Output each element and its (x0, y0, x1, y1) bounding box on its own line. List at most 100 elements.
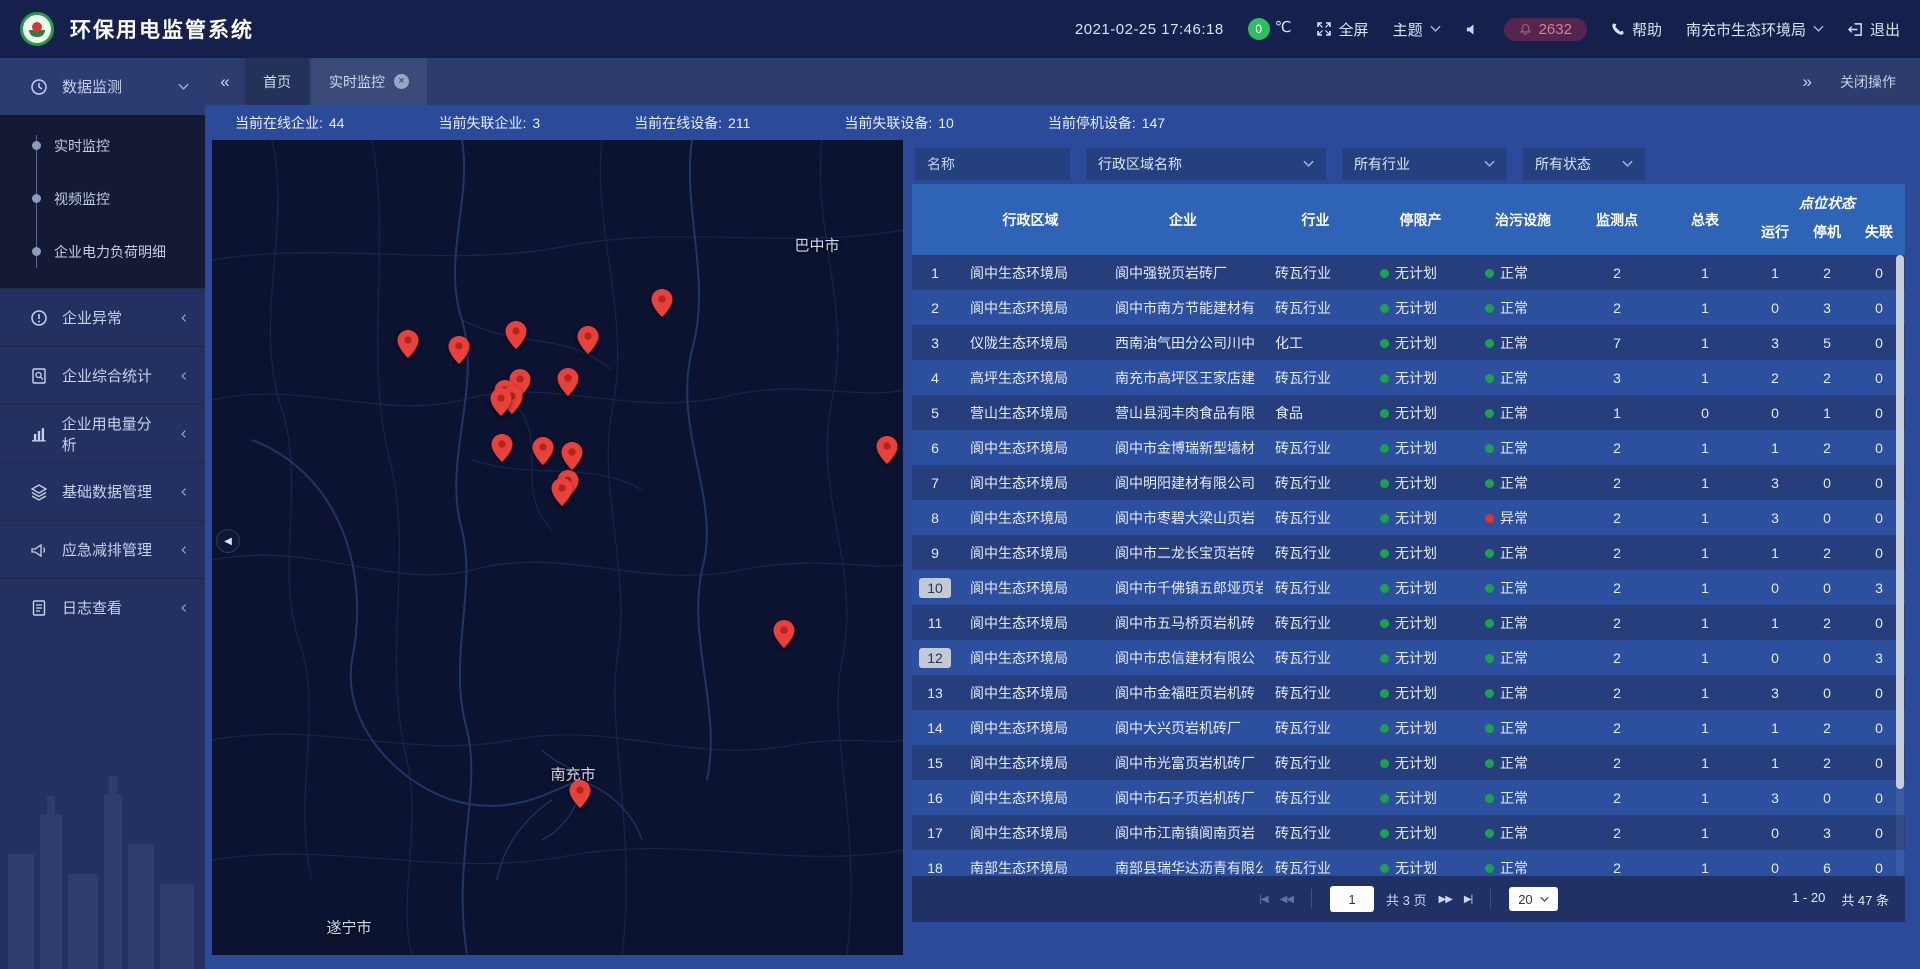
name-filter-input[interactable] (915, 148, 1070, 180)
next-page-button[interactable]: ▶▶ (1439, 894, 1452, 905)
tabs-scroll-left-button[interactable]: « (205, 72, 245, 92)
sidebar-subitem-realtime-monitor[interactable]: 实时监控 (0, 119, 205, 172)
row-monitor-points: 2 (1573, 720, 1661, 736)
row-index: 4 (912, 370, 958, 386)
table-row[interactable]: 2阆中生态环境局阆中市南方节能建材有砖瓦行业无计划正常21030 (912, 290, 1905, 325)
map-panel[interactable]: 巴中市南充市遂宁市 ◀ (212, 140, 903, 955)
column-header[interactable]: 监测点 (1573, 184, 1661, 255)
map-pin[interactable] (552, 478, 573, 506)
table-row[interactable]: 16阆中生态环境局阆中市石子页岩机砖厂砖瓦行业无计划正常21300 (912, 780, 1905, 815)
row-halted: 0 (1801, 475, 1853, 491)
table-row[interactable]: 18南部生态环境局南部县瑞华达沥青有限公砖瓦行业无计划正常21060 (912, 850, 1905, 876)
map-pin[interactable] (774, 620, 795, 648)
layers-icon (30, 483, 48, 501)
table-row[interactable]: 17阆中生态环境局阆中市江南镇阆南页岩砖瓦行业无计划正常21030 (912, 815, 1905, 850)
table-row[interactable]: 1阆中生态环境局阆中强锐页岩砖厂砖瓦行业无计划正常21120 (912, 255, 1905, 290)
map-pin[interactable] (533, 437, 554, 465)
page-number-input[interactable] (1330, 886, 1374, 912)
map-pin[interactable] (492, 434, 513, 462)
row-halted: 3 (1801, 300, 1853, 316)
map-pin[interactable] (449, 336, 470, 364)
sidebar-item-emergency-reduction[interactable]: 应急减排管理 (0, 521, 205, 578)
map-pin[interactable] (506, 321, 527, 349)
alarm-count-badge[interactable]: 2632 (1504, 18, 1587, 41)
stat-value: 10 (938, 115, 954, 131)
map-pin[interactable] (562, 442, 583, 470)
map-pin[interactable] (877, 436, 898, 464)
column-header[interactable]: 总表 (1661, 184, 1749, 255)
map-pin[interactable] (558, 368, 579, 396)
fullscreen-button[interactable]: 全屏 (1316, 19, 1369, 40)
tab-首页[interactable]: 首页 (245, 58, 309, 105)
tab-实时监控[interactable]: 实时监控× (311, 58, 427, 105)
pager-range: 1 - 20 共 47 条 (1792, 890, 1889, 909)
status-text: 正常 (1500, 335, 1528, 351)
row-industry: 砖瓦行业 (1263, 718, 1368, 738)
table-scrollbar[interactable] (1896, 255, 1904, 876)
sidebar-item-data-monitoring[interactable]: 数据监测 (0, 58, 205, 115)
collapse-map-button[interactable]: ◀ (216, 529, 240, 553)
map-pin[interactable] (652, 289, 673, 317)
region-filter-select[interactable]: 行政区域名称 (1086, 148, 1326, 180)
status-dot (1485, 864, 1494, 873)
table-row[interactable]: 12阆中生态环境局阆中市忠信建材有限公砖瓦行业无计划正常21003 (912, 640, 1905, 675)
sidebar-item-enterprise-statistics[interactable]: 企业综合统计 (0, 347, 205, 404)
table-row[interactable]: 9阆中生态环境局阆中市二龙长宝页岩砖砖瓦行业无计划正常21120 (912, 535, 1905, 570)
sidebar-item-base-data[interactable]: 基础数据管理 (0, 463, 205, 520)
map-pin[interactable] (578, 326, 599, 354)
column-header[interactable]: 行政区域 (958, 184, 1103, 255)
help-button[interactable]: 帮助 (1611, 19, 1662, 40)
table-row[interactable]: 14阆中生态环境局阆中大兴页岩机砖厂砖瓦行业无计划正常21120 (912, 710, 1905, 745)
row-total-meters: 1 (1661, 335, 1749, 351)
row-region: 阆中生态环境局 (958, 788, 1103, 808)
table-row[interactable]: 3仪陇生态环境局西南油气田分公司川中化工无计划正常71350 (912, 325, 1905, 360)
status-text: 无计划 (1395, 755, 1437, 771)
industry-filter-select[interactable]: 所有行业 (1342, 148, 1507, 180)
column-header[interactable]: 治污设施 (1473, 184, 1573, 255)
table-row[interactable]: 5营山生态环境局营山县润丰肉食品有限食品无计划正常10010 (912, 395, 1905, 430)
sidebar-subitem-power-load-detail[interactable]: 企业电力负荷明细 (0, 225, 205, 278)
enterprise-table-panel: 行政区域名称 所有行业 所有状态 行政区域企业行业停限产治污设施监测点总表运行停… (912, 140, 1905, 922)
prev-page-button[interactable]: ◀◀ (1280, 894, 1293, 905)
speaker-icon[interactable] (1465, 22, 1480, 37)
table-row[interactable]: 10阆中生态环境局阆中市千佛镇五郎垭页岩砖瓦行业无计划正常21003 (912, 570, 1905, 605)
table-row[interactable]: 13阆中生态环境局阆中市金福旺页岩机砖砖瓦行业无计划正常21300 (912, 675, 1905, 710)
sidebar-section-power-usage-analysis: 企业用电量分析 (0, 404, 205, 462)
row-monitor-points: 2 (1573, 860, 1661, 876)
sidebar-item-log-view[interactable]: 日志查看 (0, 579, 205, 636)
table-row[interactable]: 6阆中生态环境局阆中市金博瑞新型墙材砖瓦行业无计划正常21120 (912, 430, 1905, 465)
sidebar-item-enterprise-abnormal[interactable]: 企业异常 (0, 289, 205, 346)
sidebar-item-power-usage-analysis[interactable]: 企业用电量分析 (0, 405, 205, 462)
map-pin[interactable] (491, 388, 512, 416)
chevron-down-icon (1303, 160, 1314, 168)
table-row[interactable]: 4高坪生态环境局南充市高坪区王家店建砖瓦行业无计划正常31220 (912, 360, 1905, 395)
stat-item: 当前失联设备:10 (844, 113, 953, 133)
status-dot (1485, 304, 1494, 313)
sidebar-subitem-video-monitor[interactable]: 视频监控 (0, 172, 205, 225)
status-filter-select[interactable]: 所有状态 (1523, 148, 1645, 180)
column-header[interactable]: 企业 (1103, 184, 1263, 255)
column-header[interactable]: 停限产 (1368, 184, 1473, 255)
row-enterprise: 阆中明阳建材有限公司 (1103, 473, 1263, 493)
close-operations-button[interactable]: 关闭操作 (1840, 72, 1896, 92)
table-row[interactable]: 7阆中生态环境局阆中明阳建材有限公司砖瓦行业无计划正常21300 (912, 465, 1905, 500)
map-pin[interactable] (398, 330, 419, 358)
chevron-left-icon (178, 430, 189, 438)
table-row[interactable]: 8阆中生态环境局阆中市枣碧大梁山页岩砖瓦行业无计划异常21300 (912, 500, 1905, 535)
table-row[interactable]: 15阆中生态环境局阆中市光富页岩机砖厂砖瓦行业无计划正常21120 (912, 745, 1905, 780)
first-page-button[interactable]: |◀ (1259, 894, 1267, 905)
theme-dropdown[interactable]: 主题 (1393, 19, 1441, 40)
theme-label: 主题 (1393, 19, 1423, 40)
tab-close-icon[interactable]: × (394, 74, 409, 89)
tabs-scroll-right-button[interactable]: » (1803, 72, 1812, 92)
logout-button[interactable]: 退出 (1848, 19, 1900, 40)
table-row[interactable]: 11阆中生态环境局阆中市五马桥页岩机砖砖瓦行业无计划正常21120 (912, 605, 1905, 640)
column-header[interactable]: 行业 (1263, 184, 1368, 255)
map-pin[interactable] (570, 780, 591, 808)
row-monitor-points: 2 (1573, 545, 1661, 561)
page-size-select[interactable]: 20 (1509, 887, 1557, 911)
org-dropdown[interactable]: 南充市生态环境局 (1686, 19, 1824, 40)
scrollbar-thumb[interactable] (1896, 255, 1904, 789)
last-page-button[interactable]: ▶| (1464, 894, 1472, 905)
status-text: 正常 (1500, 265, 1528, 281)
